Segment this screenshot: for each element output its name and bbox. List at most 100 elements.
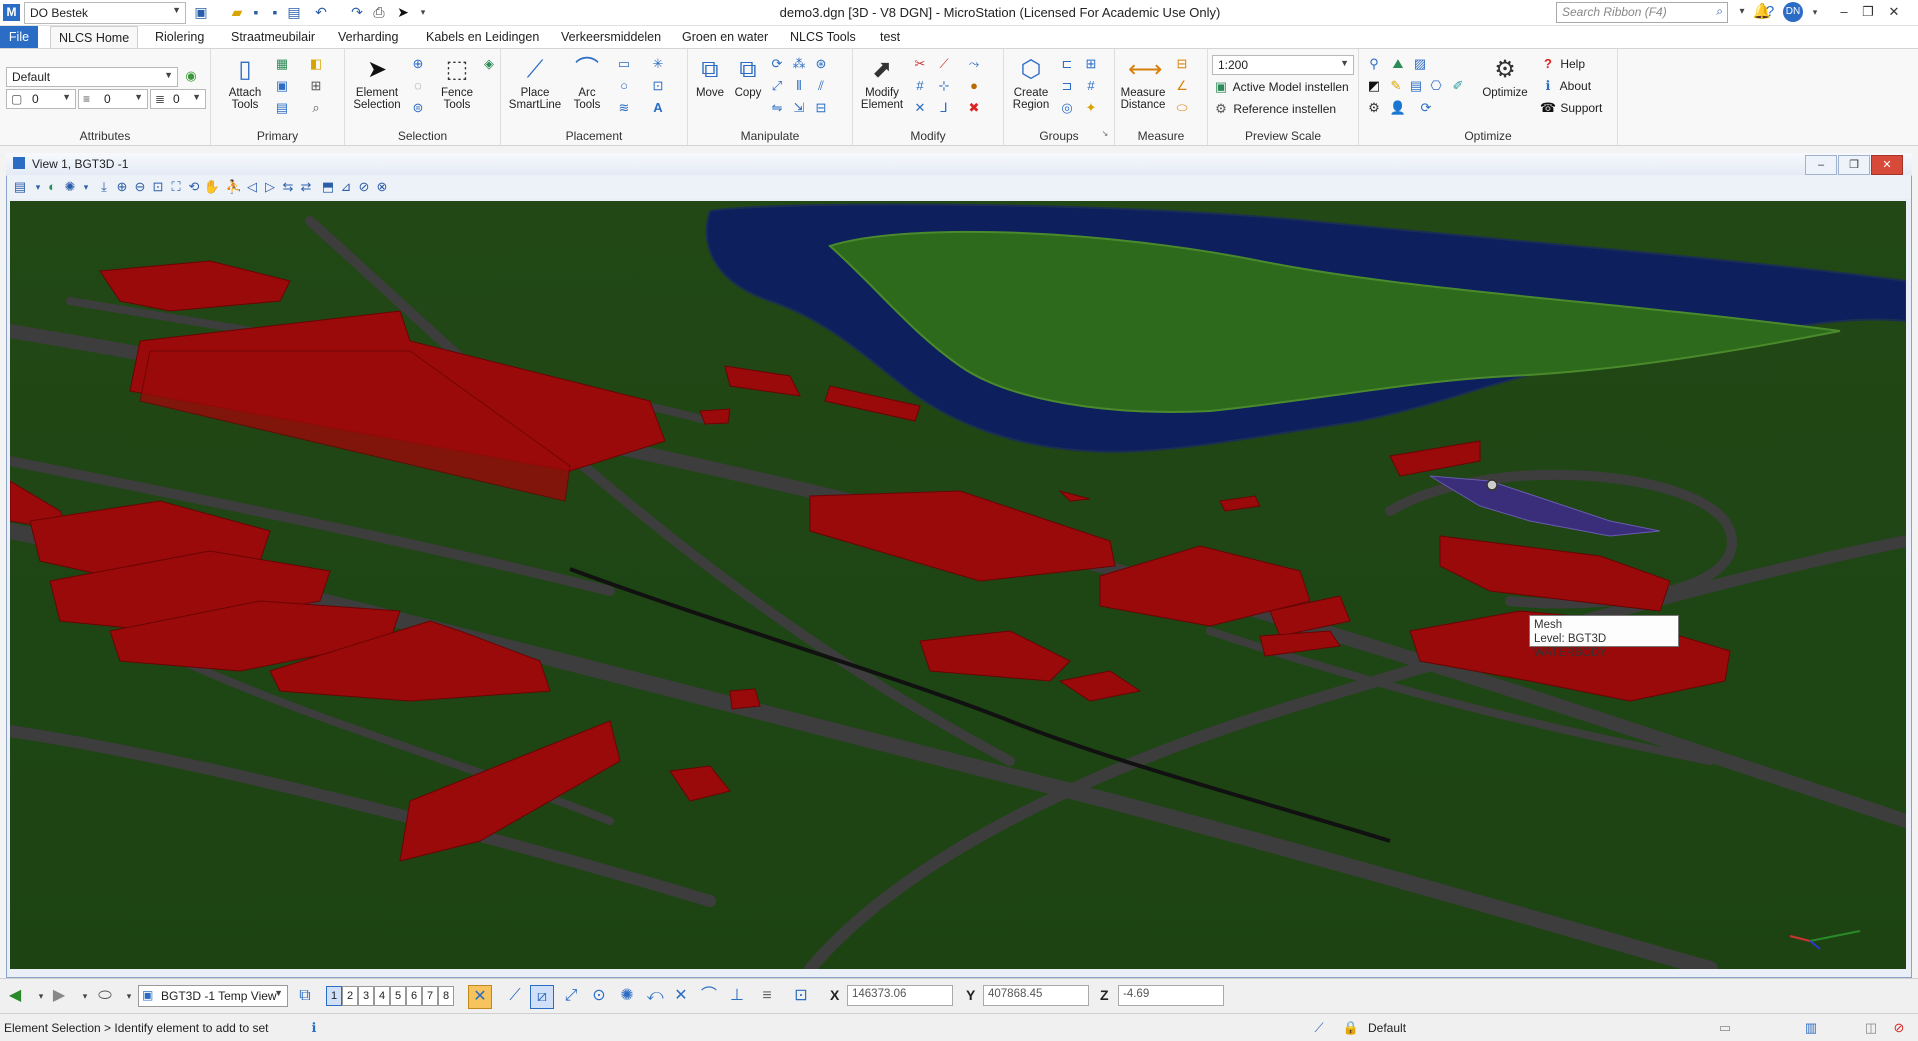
tab-straatmeubilair[interactable]: Straatmeubilair xyxy=(223,26,323,48)
delete-icon[interactable]: ✖ xyxy=(965,99,983,117)
print-icon[interactable]: ⎙ xyxy=(370,3,388,21)
rotate-view-icon[interactable]: ⟲ xyxy=(185,178,203,196)
model-properties-icon[interactable]: ◫ xyxy=(1862,1019,1880,1037)
view-3-button[interactable]: 3 xyxy=(358,986,374,1006)
clip-volume-icon[interactable]: ⊿ xyxy=(337,178,355,196)
edit-icon[interactable]: ◩ xyxy=(1365,77,1383,95)
levels-icon[interactable]: ◧ xyxy=(307,55,325,73)
tab-kabels-en-leidingen[interactable]: Kabels en Leidingen xyxy=(418,26,547,48)
select-dropdown-icon[interactable]: ▣ xyxy=(192,3,210,21)
tool-icon[interactable]: ▤ xyxy=(1407,77,1425,95)
pattern-icon[interactable]: # xyxy=(1082,77,1100,95)
snap-keypoint-icon[interactable]: ⟋ xyxy=(504,985,526,1007)
measure-area-icon[interactable]: ⊟ xyxy=(1173,55,1191,73)
extend-icon[interactable]: ⟋ xyxy=(935,55,953,73)
view-attributes-icon[interactable]: ▤ xyxy=(11,178,29,196)
analyze-icon[interactable]: ⌕ xyxy=(307,99,325,117)
user-avatar[interactable]: DN xyxy=(1783,2,1803,22)
snap-perpendicular-icon[interactable]: ⊥ xyxy=(726,985,748,1007)
user-menu-chevron-icon[interactable]: ▾ xyxy=(1805,2,1825,22)
chamfer-icon[interactable]: ⤳ xyxy=(965,55,983,73)
view-5-button[interactable]: 5 xyxy=(390,986,406,1006)
reference-button[interactable]: ⚙ Reference instellen xyxy=(1212,100,1336,118)
saved-views-icon[interactable]: ⬭ xyxy=(94,985,116,1007)
color-combo[interactable]: ▢ 0 ▼ xyxy=(6,89,76,109)
camera-icon[interactable]: ⎔ xyxy=(1427,77,1445,95)
tasks-icon[interactable]: ⊞ xyxy=(307,77,325,95)
close-button[interactable]: ✕ xyxy=(1882,2,1906,22)
search-options-icon[interactable]: ▾ xyxy=(1732,2,1752,22)
z-coordinate-field[interactable]: -4.69 xyxy=(1118,985,1224,1006)
snap-divider-icon[interactable]: ≡ xyxy=(756,985,778,1007)
level-manager-icon[interactable]: ◉ xyxy=(182,67,200,85)
section-icon[interactable]: ⊗ xyxy=(373,178,391,196)
tab-nlcs-tools[interactable]: NLCS Tools xyxy=(782,26,864,48)
offset-icon[interactable]: ⫽ xyxy=(812,77,830,95)
chevron-down-icon[interactable]: ▾ xyxy=(77,178,95,196)
view-selector-combo[interactable]: ▣ BGT3D -1 Temp View ▼ xyxy=(138,985,288,1007)
image-icon[interactable]: ▨ xyxy=(1411,55,1429,73)
select-all-icon[interactable]: ⊕ xyxy=(409,55,427,73)
snap-center-icon[interactable]: ⊙ xyxy=(588,985,610,1007)
change-attributes-icon[interactable]: ● xyxy=(965,77,983,95)
clip-mask-icon[interactable]: ⊘ xyxy=(355,178,373,196)
highlight-icon[interactable]: ✎ xyxy=(1387,77,1405,95)
accudraw-icon[interactable]: ✕ xyxy=(468,985,492,1009)
dgn-settings-icon[interactable]: ▥ xyxy=(1802,1019,1820,1037)
window-area-icon[interactable]: ⊡ xyxy=(149,178,167,196)
level-combo[interactable]: Default ▼ xyxy=(6,67,178,87)
circle-icon[interactable]: ○ xyxy=(615,77,633,95)
tab-verharding[interactable]: Verharding xyxy=(330,26,406,48)
paint-icon[interactable]: ✐ xyxy=(1449,77,1467,95)
pointer-icon[interactable]: ➤ xyxy=(394,3,412,21)
scale-icon[interactable]: ⤢ xyxy=(768,77,786,95)
dialog-launcher-icon[interactable]: ↘ xyxy=(1096,125,1114,143)
measure-distance-button[interactable]: ⟷ Measure Distance xyxy=(1117,55,1169,111)
save-settings-icon[interactable]: ▪ xyxy=(266,3,284,21)
sync-icon[interactable]: ⟳ xyxy=(1417,99,1435,117)
shapes-icon[interactable]: ≋ xyxy=(615,99,633,117)
snap-bisector-icon[interactable]: ⊡ xyxy=(790,985,812,1007)
scale-combo[interactable]: 1:200 ▼ xyxy=(1212,55,1354,75)
maximize-button[interactable]: ❐ xyxy=(1856,2,1880,22)
line-weight-combo[interactable]: ≣ 0 ▼ xyxy=(150,89,206,109)
settings-icon[interactable]: ⚙ xyxy=(1365,99,1383,117)
back-arrow-icon[interactable]: ◀ xyxy=(4,985,26,1007)
element-selection-button[interactable]: ➤ Element Selection xyxy=(351,55,403,111)
message-center-icon[interactable]: ℹ xyxy=(305,1019,323,1037)
measure-volume-icon[interactable]: ⬭ xyxy=(1173,99,1191,117)
delete-part-icon[interactable]: ✂ xyxy=(911,55,929,73)
minimize-button[interactable]: – xyxy=(1832,2,1856,22)
models-icon[interactable]: ▣ xyxy=(273,77,291,95)
tab-verkeersmiddelen[interactable]: Verkeersmiddelen xyxy=(553,26,669,48)
active-model-button[interactable]: ▣ Active Model instellen xyxy=(1212,78,1349,96)
stretch-icon[interactable]: ⇲ xyxy=(790,99,808,117)
bulb-icon[interactable]: ✦ xyxy=(1082,99,1100,117)
view-6-button[interactable]: 6 xyxy=(406,986,422,1006)
next-view-icon[interactable]: ▷ xyxy=(261,178,279,196)
align-icon[interactable]: ⫴ xyxy=(790,77,808,95)
snap-midpoint-icon[interactable]: ⤢ xyxy=(560,985,582,1007)
cell-icon[interactable]: ⊡ xyxy=(649,77,667,95)
undo-icon[interactable]: ↶ xyxy=(312,3,330,21)
terrain-icon[interactable]: ⛰ xyxy=(1389,55,1407,73)
x-coordinate-field[interactable]: 146373.06 xyxy=(847,985,953,1006)
measure-angle-icon[interactable]: ∠ xyxy=(1173,77,1191,95)
copy-button[interactable]: ⧉ Copy xyxy=(730,55,766,99)
references-icon[interactable]: ▦ xyxy=(273,55,291,73)
customize-qat-icon[interactable]: ▾ xyxy=(414,3,432,21)
snap-intersection-icon[interactable]: ✕ xyxy=(670,985,692,1007)
array-icon[interactable]: ⁂ xyxy=(790,55,808,73)
snap-nearest-icon[interactable]: ⧄ xyxy=(530,985,554,1009)
fit-view-icon[interactable]: ⛶ xyxy=(167,178,185,196)
update-view-icon[interactable]: ⤓ xyxy=(95,178,113,196)
snap-tangent-icon[interactable]: ⤺ xyxy=(644,985,666,1007)
snap-parallel-icon[interactable]: ⌒ xyxy=(698,985,720,1007)
point-icon[interactable]: ✳ xyxy=(649,55,667,73)
view-display-mode-icon[interactable]: ◐ xyxy=(43,178,61,196)
snap-origin-icon[interactable]: ✺ xyxy=(616,985,638,1007)
copy-view-icon[interactable]: ⇆ xyxy=(279,178,297,196)
about-button[interactable]: ℹ About xyxy=(1539,77,1592,95)
redo-icon[interactable]: ↷ xyxy=(348,3,366,21)
view-minimize-button[interactable]: – xyxy=(1805,155,1837,175)
